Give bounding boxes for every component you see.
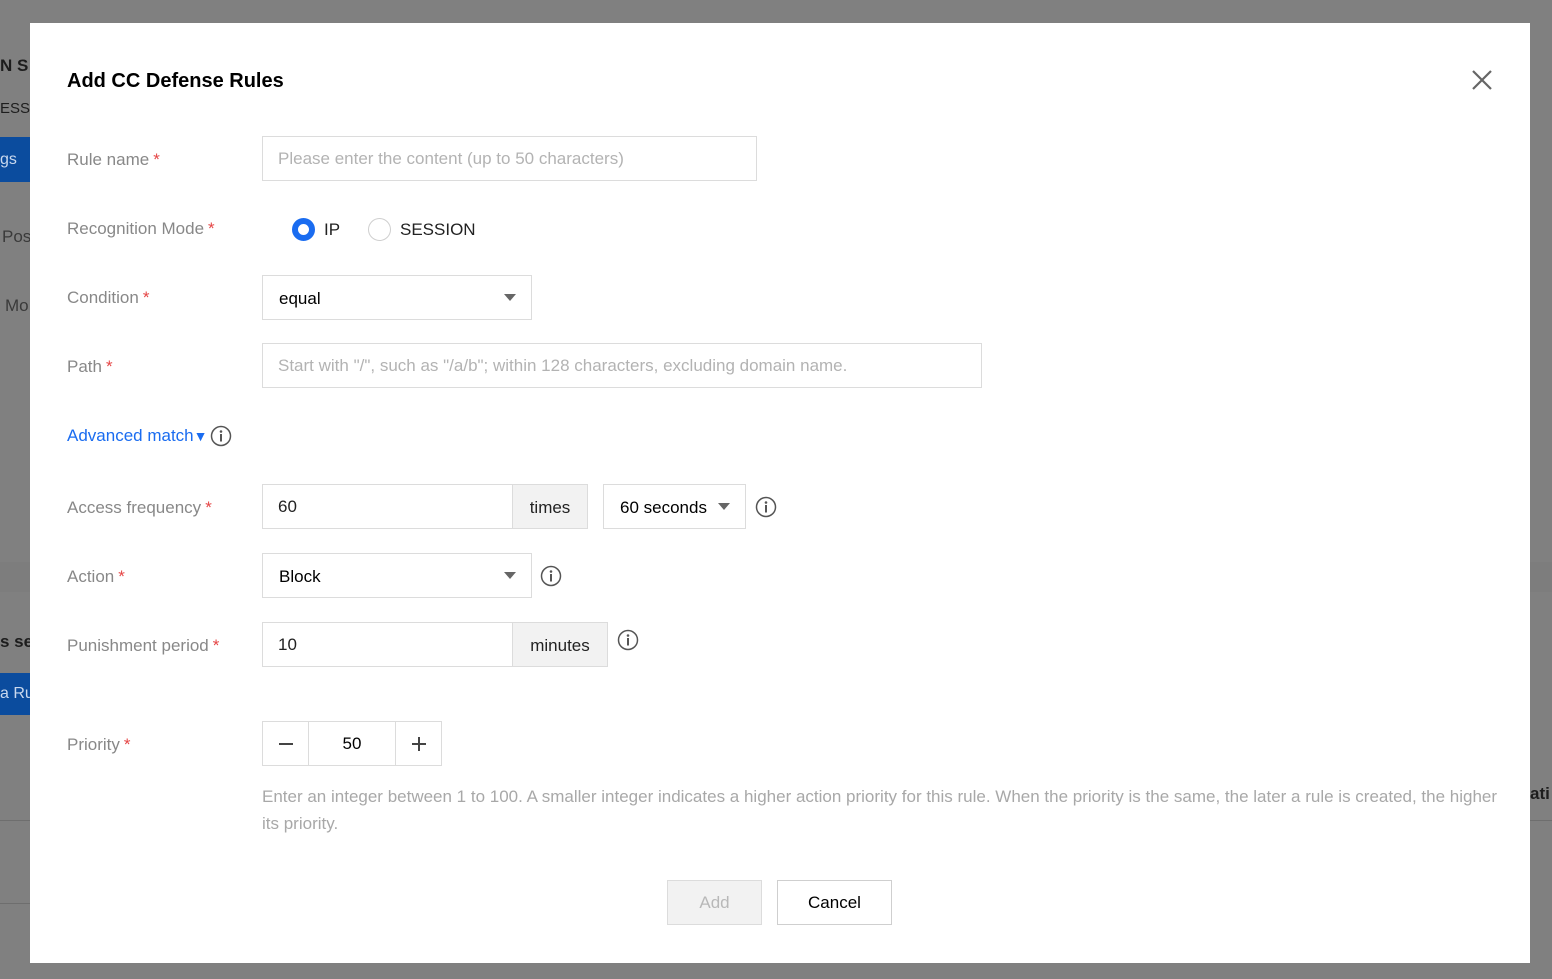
priority-value[interactable]: 50 (308, 722, 396, 765)
close-icon[interactable] (1470, 68, 1494, 92)
times-unit-addon: times (512, 484, 588, 529)
label-text: Access frequency (67, 498, 202, 517)
radio-session[interactable]: SESSION (368, 218, 476, 241)
required-mark: * (123, 735, 131, 754)
punishment-period-input[interactable] (262, 622, 513, 667)
advanced-match-toggle[interactable]: Advanced match ▼ (67, 425, 232, 447)
access-frequency-input[interactable] (262, 484, 513, 529)
required-mark: * (142, 288, 150, 307)
radio-ip[interactable]: IP (292, 218, 340, 241)
radio-checked-icon (292, 218, 315, 241)
radio-unchecked-icon (368, 218, 391, 241)
advanced-match-label: Advanced match (67, 426, 194, 445)
background-button: a Ru (0, 673, 30, 715)
background-text: s se (0, 632, 30, 651)
minus-icon (278, 742, 293, 745)
priority-hint: Enter an integer between 1 to 100. A sma… (262, 787, 1498, 833)
required-mark: * (105, 357, 113, 376)
priority-label: Priority * (67, 735, 131, 755)
add-button[interactable]: Add (667, 880, 762, 925)
background-text: Pos (2, 227, 30, 246)
action-select[interactable]: Block (262, 553, 532, 598)
recognition-mode-label: Recognition Mode * (67, 219, 215, 239)
label-text: Rule name (67, 150, 150, 169)
label-text: Condition (67, 288, 139, 307)
dialog-title: Add CC Defense Rules (67, 70, 284, 92)
info-icon[interactable] (210, 425, 232, 447)
label-text: Recognition Mode (67, 219, 205, 238)
background-divider (0, 903, 30, 904)
info-icon[interactable] (755, 496, 777, 518)
background-text: Mo (5, 296, 29, 315)
label-text: Path (67, 357, 102, 376)
condition-value: equal (279, 289, 321, 308)
label-text: Action (67, 567, 115, 586)
plus-icon (411, 736, 426, 751)
action-value: Block (279, 567, 321, 586)
rule-name-label: Rule name * (67, 150, 160, 170)
chevron-down-icon (718, 503, 730, 510)
minutes-unit-addon: minutes (512, 622, 608, 667)
radio-label: IP (324, 219, 341, 239)
required-mark: * (118, 567, 125, 586)
chevron-down-icon (504, 294, 516, 301)
label-text: Priority (67, 735, 120, 754)
chevron-down-icon (504, 572, 516, 579)
background-button: gs (0, 137, 30, 182)
background-divider (0, 820, 30, 821)
priority-stepper: 50 (262, 721, 442, 766)
action-label: Action * (67, 567, 125, 587)
decrement-button[interactable] (263, 722, 308, 765)
period-value: 60 seconds (620, 498, 707, 517)
background-text: ESSI (0, 100, 30, 117)
info-icon[interactable] (617, 629, 639, 651)
info-icon[interactable] (540, 565, 562, 587)
required-mark: * (212, 636, 220, 655)
increment-button[interactable] (396, 722, 441, 765)
label-text: Punishment period (67, 636, 209, 655)
condition-select[interactable]: equal (262, 275, 532, 320)
path-input[interactable] (262, 343, 982, 388)
punishment-period-label: Punishment period * (67, 636, 219, 656)
required-mark: * (208, 219, 215, 238)
required-mark: * (153, 150, 160, 169)
triangle-down-icon: ▼ (193, 428, 208, 444)
period-select[interactable]: 60 seconds (603, 484, 746, 529)
add-cc-rule-dialog: Add CC Defense Rules Rule name* Recognit… (30, 23, 1530, 963)
path-label: Path * (67, 357, 113, 377)
background-text: N S (0, 56, 29, 75)
rule-name-input[interactable] (262, 136, 757, 181)
required-mark: * (205, 498, 212, 517)
cancel-button[interactable]: Cancel (777, 880, 892, 925)
access-frequency-label: Access frequency * (67, 498, 212, 518)
condition-label: Condition * (67, 288, 149, 308)
background-text: ati (1530, 784, 1550, 803)
background-divider (1530, 820, 1552, 821)
radio-label: SESSION (400, 219, 476, 239)
